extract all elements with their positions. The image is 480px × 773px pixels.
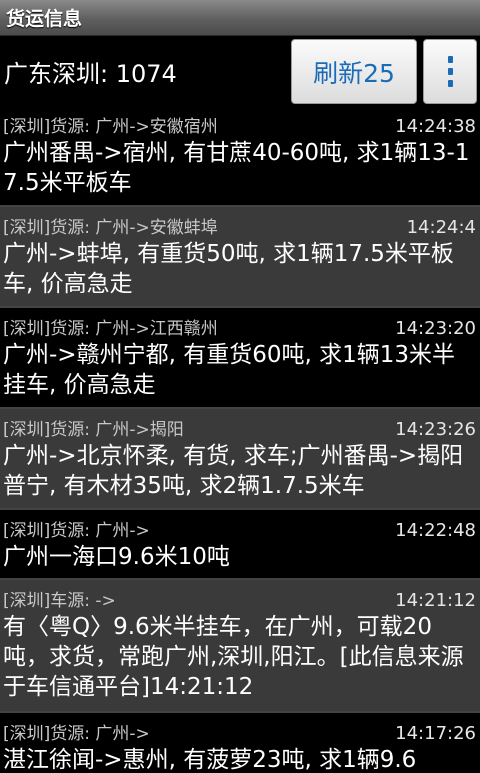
list-item[interactable]: [深圳]车源: -> 14:21:12 有〈粤Q〉9.6米半挂车，在广州，可载2… [0, 580, 480, 713]
item-time: 14:21:12 [395, 590, 476, 611]
item-content: 广州->北京怀柔, 有货, 求车;广州番禺->揭阳普宁, 有木材35吨, 求2辆… [3, 443, 464, 499]
app-title: 货运信息 [6, 8, 83, 30]
item-content: 湛江徐闻->惠州, 有菠萝23吨, 求1辆9.6 [3, 747, 417, 773]
item-time: 14:23:26 [395, 419, 476, 440]
item-content: 广州->蚌埠, 有重货50吨, 求1辆17.5米平板车, 价高急走 [3, 241, 454, 297]
item-source: [深圳]货源: 广州-> [3, 521, 150, 541]
overflow-menu-button[interactable] [423, 39, 477, 104]
item-content: 广州一海口9.6米10吨 [3, 544, 230, 570]
item-source: [深圳]车源: -> [3, 591, 116, 611]
list-item[interactable]: [深圳]货源: 广州->安徽蚌埠 14:24:4 广州->蚌埠, 有重货50吨,… [0, 207, 480, 308]
list-item[interactable]: [深圳]货源: 广州-> 14:17:26 湛江徐闻->惠州, 有菠萝23吨, … [0, 713, 480, 773]
item-content: 有〈粤Q〉9.6米半挂车，在广州，可载20吨，求货，常跑广州,深圳,阳江。[此信… [3, 614, 464, 700]
item-source: [深圳]货源: 广州->安徽宿州 [3, 117, 218, 137]
item-time: 14:23:20 [395, 318, 476, 339]
list-item[interactable]: [深圳]货源: 广州->江西赣州 14:23:20 广州->赣州宁都, 有重货6… [0, 308, 480, 409]
item-source: [深圳]货源: 广州->安徽蚌埠 [3, 218, 218, 238]
item-source: [深圳]货源: 广州-> [3, 724, 150, 744]
more-vertical-icon [447, 56, 453, 87]
title-bar: 货运信息 [0, 0, 480, 36]
item-time: 14:22:48 [395, 520, 476, 541]
refresh-button[interactable]: 刷新25 [291, 39, 417, 104]
item-content: 广州番禺->宿州, 有甘蔗40-60吨, 求1辆13-17.5米平板车 [3, 140, 470, 196]
list-item[interactable]: [深圳]货源: 广州->安徽宿州 14:24:38 广州番禺->宿州, 有甘蔗4… [0, 106, 480, 207]
item-time: 14:24:38 [395, 116, 476, 137]
item-content: 广州->赣州宁都, 有重货60吨, 求1辆13米半挂车, 价高急走 [3, 342, 455, 398]
item-time: 14:24:4 [406, 217, 476, 238]
item-time: 14:17:26 [395, 723, 476, 744]
header-bar: 广东深圳: 1074 刷新25 [0, 36, 480, 106]
list-item[interactable]: [深圳]货源: 广州->揭阳 14:23:26 广州->北京怀柔, 有货, 求车… [0, 409, 480, 510]
item-source: [深圳]货源: 广州->揭阳 [3, 420, 184, 440]
item-source: [深圳]货源: 广州->江西赣州 [3, 319, 218, 339]
list-item[interactable]: [深圳]货源: 广州-> 14:22:48 广州一海口9.6米10吨 [0, 510, 480, 580]
cargo-list[interactable]: [深圳]货源: 广州->安徽宿州 14:24:38 广州番禺->宿州, 有甘蔗4… [0, 106, 480, 773]
